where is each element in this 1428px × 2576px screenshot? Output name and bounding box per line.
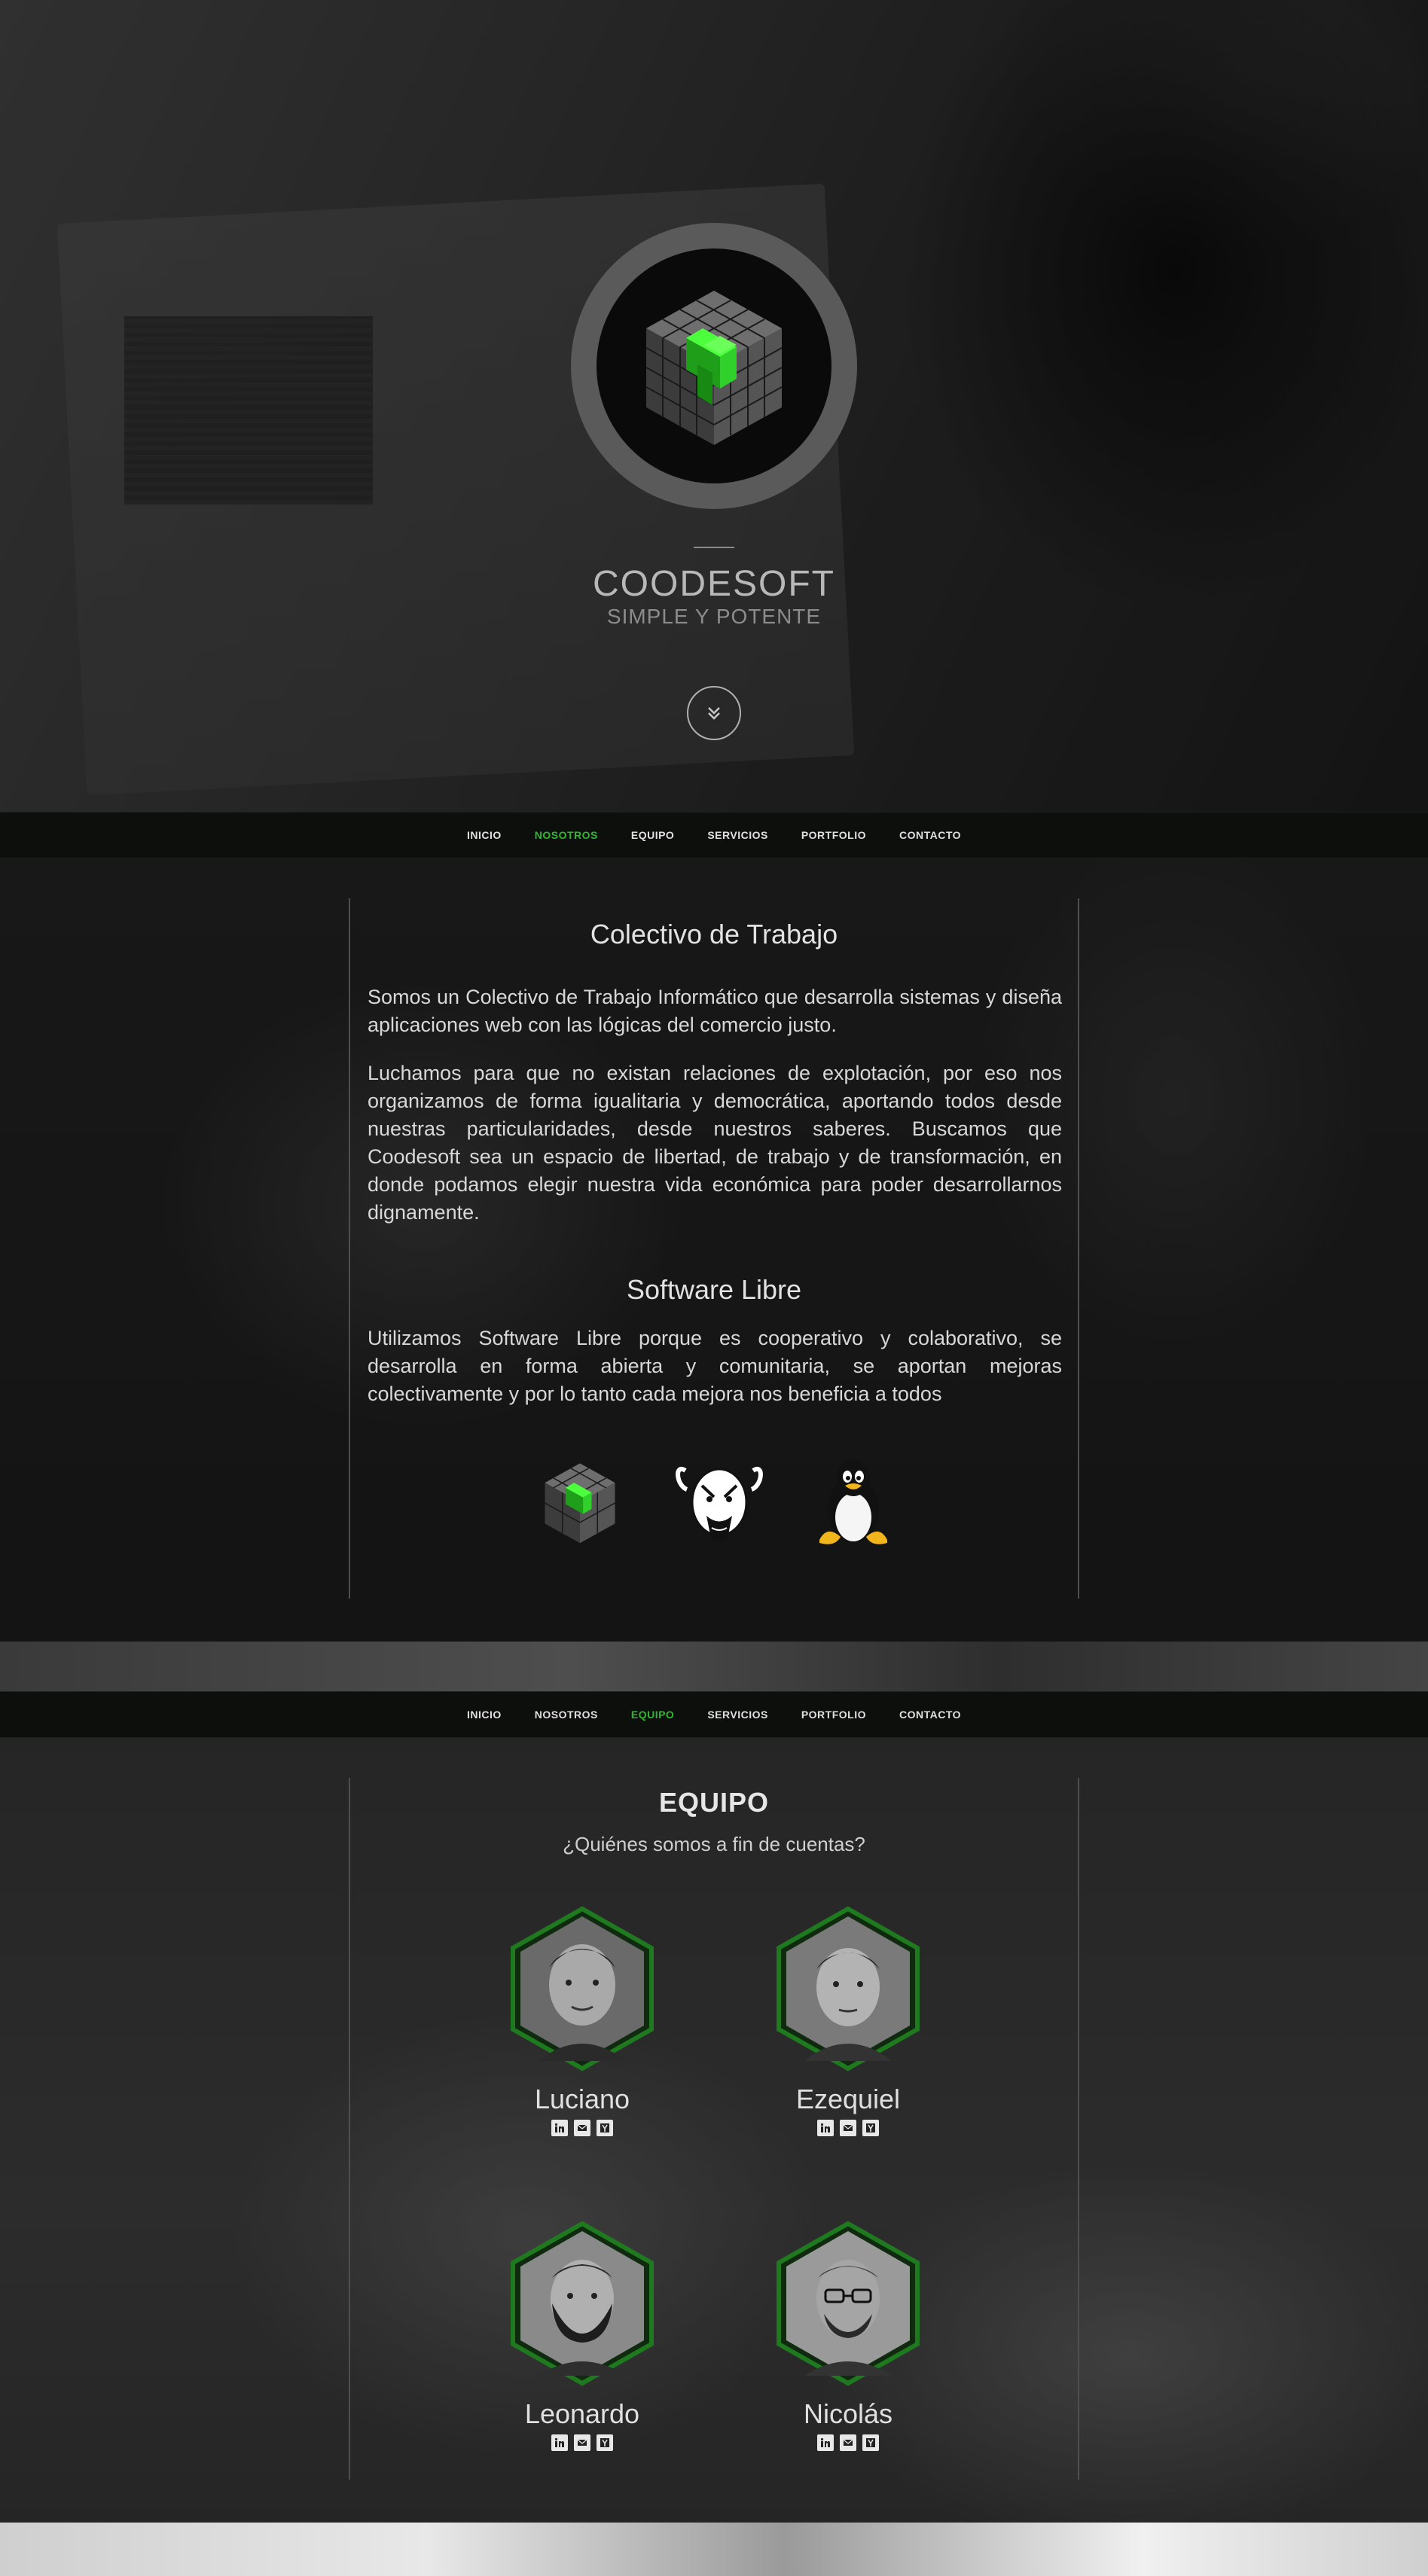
team-member: Nicolás (758, 2221, 938, 2451)
hero-divider (694, 547, 734, 548)
team-nav: INICIO NOSOTROS EQUIPO SERVICIOS PORTFOL… (0, 1691, 1428, 1738)
mail-icon[interactable] (840, 2120, 856, 2136)
logos-row (350, 1456, 1078, 1549)
nav-servicios[interactable]: SERVICIOS (691, 829, 785, 841)
team-member: Ezequiel (758, 1906, 938, 2136)
member-socials (492, 2120, 673, 2136)
coodesoft-cube-icon (645, 291, 783, 445)
gnu-icon (676, 1466, 763, 1541)
member-socials (492, 2434, 673, 2451)
member-name: Nicolás (803, 2398, 893, 2429)
mail-icon[interactable] (574, 2434, 590, 2451)
team-heading: EQUIPO (658, 1787, 770, 1818)
nav-portfolio[interactable]: PORTFOLIO (785, 829, 883, 841)
team-member: Luciano (492, 1906, 673, 2136)
ycombinator-icon[interactable] (597, 2120, 613, 2136)
brand-tagline: SIMPLE Y POTENTE (606, 605, 822, 628)
nav-contacto[interactable]: CONTACTO (883, 1709, 978, 1721)
avatar[interactable] (508, 1906, 656, 2071)
hero-section: COODESOFT SIMPLE Y POTENTE (0, 0, 1428, 812)
nav-contacto[interactable]: CONTACTO (883, 829, 978, 841)
member-socials (758, 2434, 938, 2451)
ycombinator-icon[interactable] (862, 2120, 879, 2136)
avatar[interactable] (774, 1906, 922, 2071)
about-panel: Colectivo de Trabajo Somos un Colectivo … (349, 898, 1079, 1599)
nav-equipo[interactable]: EQUIPO (615, 829, 691, 841)
avatar[interactable] (508, 2221, 656, 2386)
linkedin-icon[interactable] (817, 2120, 834, 2136)
about-paragraph-2: Luchamos para que no existan relaciones … (368, 1062, 1062, 1224)
avatar[interactable] (774, 2221, 922, 2386)
team-member: Leonardo (492, 2221, 673, 2451)
nav-portfolio[interactable]: PORTFOLIO (785, 1709, 883, 1721)
member-name: Ezequiel (795, 2084, 901, 2114)
double-chevron-down-icon (708, 707, 720, 720)
about-heading: Colectivo de Trabajo (590, 919, 838, 950)
linkedin-icon[interactable] (551, 2434, 568, 2451)
nav-equipo[interactable]: EQUIPO (615, 1709, 691, 1721)
next-section-preview (0, 2523, 1428, 2576)
mail-icon[interactable] (840, 2434, 856, 2451)
member-name: Leonardo (524, 2398, 640, 2429)
nav-nosotros[interactable]: NOSOTROS (518, 829, 615, 841)
coodesoft-cube-icon (545, 1463, 615, 1544)
member-socials (758, 2120, 938, 2136)
linkedin-icon[interactable] (551, 2120, 568, 2136)
member-name: Luciano (534, 2084, 630, 2114)
mail-icon[interactable] (574, 2120, 590, 2136)
team-subheading: ¿Quiénes somos a fin de cuentas? (563, 1833, 865, 1855)
scroll-down-button[interactable] (687, 686, 741, 740)
ycombinator-icon[interactable] (597, 2434, 613, 2451)
nav-nosotros[interactable]: NOSOTROS (518, 1709, 615, 1721)
brand-logo (571, 223, 857, 509)
section-separator (0, 1642, 1428, 1691)
nav-servicios[interactable]: SERVICIOS (691, 1709, 785, 1721)
about-paragraph-1: Somos un Colectivo de Trabajo Informátic… (368, 986, 1062, 1036)
ycombinator-icon[interactable] (862, 2434, 879, 2451)
linkedin-icon[interactable] (817, 2434, 834, 2451)
tux-icon (819, 1460, 887, 1544)
nav-inicio[interactable]: INICIO (450, 1709, 518, 1721)
brand-name: COODESOFT (592, 564, 835, 604)
free-software-paragraph: Utilizamos Software Libre porque es coop… (368, 1327, 1062, 1405)
team-panel: EQUIPO ¿Quiénes somos a fin de cuentas? … (349, 1778, 1079, 2480)
nav-inicio[interactable]: INICIO (450, 829, 518, 841)
free-software-heading: Software Libre (626, 1274, 802, 1305)
main-nav: INICIO NOSOTROS EQUIPO SERVICIOS PORTFOL… (0, 812, 1428, 858)
